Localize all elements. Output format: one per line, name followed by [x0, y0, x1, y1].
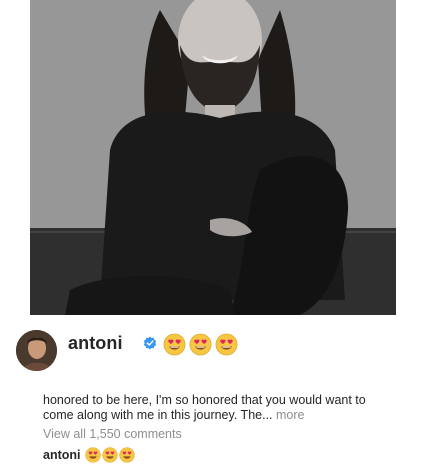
more-link[interactable]: more: [276, 408, 304, 422]
author-row: antoni: [16, 330, 416, 374]
heart-eyes-emoji-icon: [163, 333, 186, 356]
heart-eyes-emoji-icon: [84, 447, 101, 463]
avatar[interactable]: [16, 330, 57, 371]
heart-eyes-emoji-icon: [118, 447, 135, 463]
avatar-image: [16, 330, 57, 371]
latest-comment: antoni: [43, 447, 135, 463]
portrait-image: [30, 0, 396, 315]
heart-eyes-emoji-icon: [189, 333, 212, 356]
heart-eyes-emoji-icon: [215, 333, 238, 356]
post-caption: honored to be here, I'm so honored that …: [43, 393, 393, 422]
caption-text: honored to be here, I'm so honored that …: [43, 393, 366, 422]
comment-emojis: [84, 447, 135, 463]
reaction-emojis: [163, 333, 238, 356]
verified-badge-icon: [143, 336, 157, 350]
post-photo[interactable]: [30, 0, 396, 315]
comment-username[interactable]: antoni: [43, 448, 81, 462]
heart-eyes-emoji-icon: [101, 447, 118, 463]
view-all-comments-link[interactable]: View all 1,550 comments: [43, 427, 182, 441]
username[interactable]: antoni: [68, 333, 123, 354]
